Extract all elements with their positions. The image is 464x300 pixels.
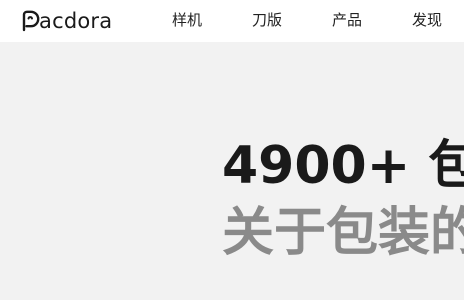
top-header: acdora 样机 刀版 产品 发现	[0, 0, 464, 42]
hero-section: 4900+ 包装 关于包装的	[0, 42, 464, 300]
hero-subtitle: 关于包装的	[222, 203, 464, 263]
nav-item-discover[interactable]: 发现	[412, 10, 442, 30]
nav-item-dielines[interactable]: 刀版	[252, 10, 282, 30]
hero-title: 4900+ 包装	[222, 136, 464, 196]
nav-item-mockups[interactable]: 样机	[172, 10, 202, 30]
main-nav: 样机 刀版 产品 发现	[0, 0, 464, 42]
nav-item-products[interactable]: 产品	[332, 10, 362, 30]
